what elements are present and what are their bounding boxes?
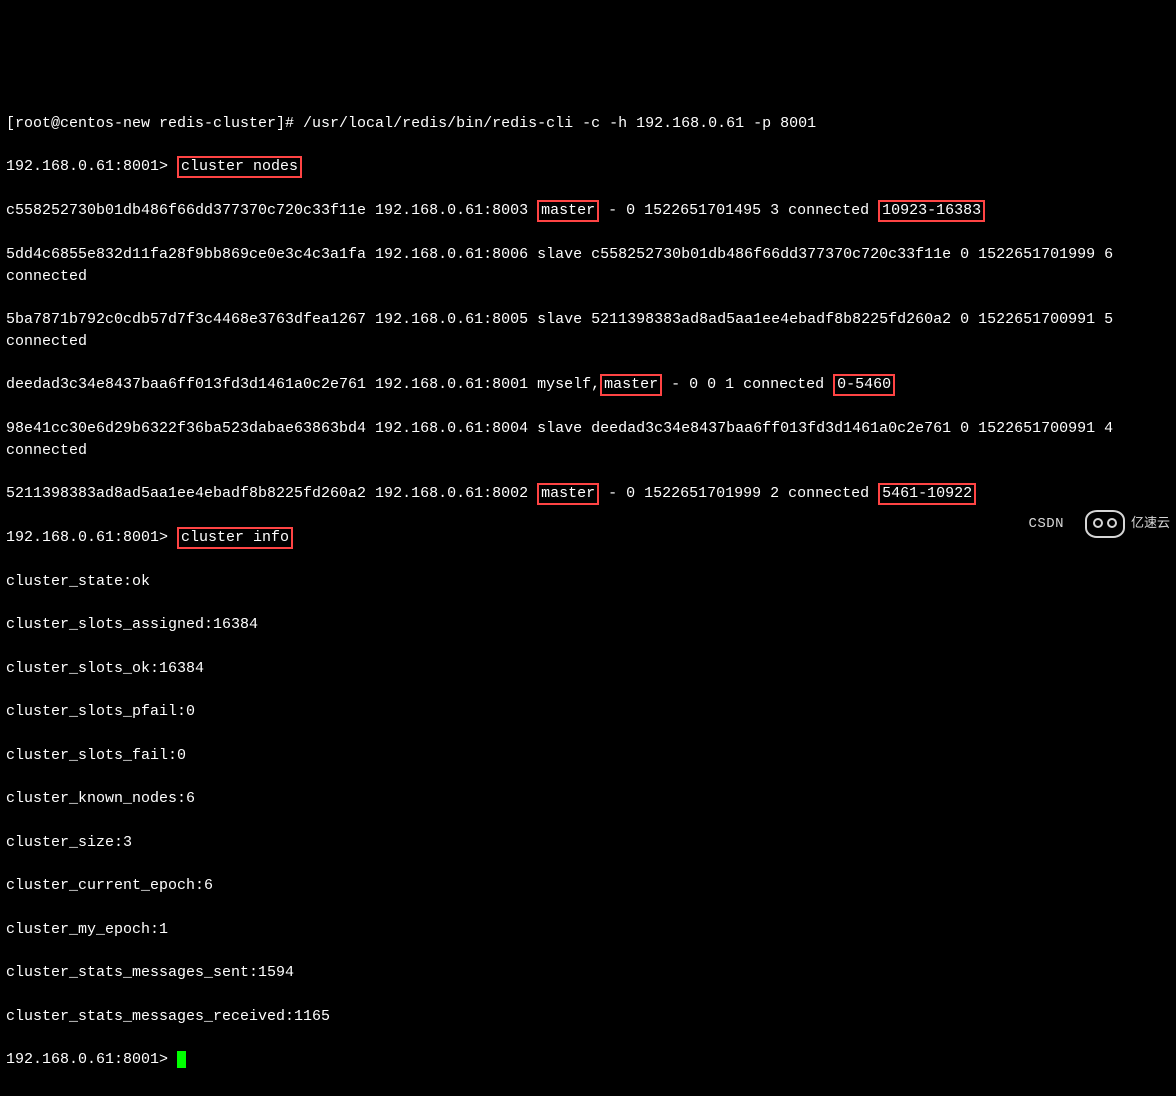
- node-line-6: 5211398383ad8ad5aa1ee4ebadf8b8225fd260a2…: [6, 483, 1170, 505]
- cli-line: 192.168.0.61:8001> cluster nodes: [6, 156, 1170, 178]
- info-line: cluster_stats_messages_received:1165: [6, 1006, 1170, 1028]
- watermark: CSDN 亿速云: [1028, 510, 1170, 538]
- cli-line: 192.168.0.61:8001> cluster info: [6, 527, 1170, 549]
- cli-prompt: 192.168.0.61:8001>: [6, 1051, 177, 1068]
- node-line-1: c558252730b01db486f66dd377370c720c33f11e…: [6, 200, 1170, 222]
- watermark-text: 亿速云: [1131, 515, 1170, 534]
- watermark-csdn: CSDN: [1028, 514, 1073, 534]
- info-line: cluster_slots_pfail:0: [6, 701, 1170, 723]
- slot-range: 0-5460: [833, 374, 895, 396]
- master-label: master: [537, 200, 599, 222]
- node-line-4: deedad3c34e8437baa6ff013fd3d1461a0c2e761…: [6, 374, 1170, 396]
- shell-command: [root@centos-new redis-cluster]# /usr/lo…: [6, 113, 1170, 135]
- info-line: cluster_size:3: [6, 832, 1170, 854]
- cli-prompt: 192.168.0.61:8001>: [6, 529, 177, 546]
- master-label: master: [537, 483, 599, 505]
- info-line: cluster_slots_ok:16384: [6, 658, 1170, 680]
- info-line: cluster_slots_fail:0: [6, 745, 1170, 767]
- cloud-icon: [1085, 510, 1125, 538]
- master-label: master: [600, 374, 662, 396]
- cmd-cluster-info: cluster info: [177, 527, 293, 549]
- slot-range: 10923-16383: [878, 200, 985, 222]
- info-line: cluster_slots_assigned:16384: [6, 614, 1170, 636]
- slot-range: 5461-10922: [878, 483, 976, 505]
- cursor-icon: [177, 1051, 186, 1068]
- info-line: cluster_my_epoch:1: [6, 919, 1170, 941]
- cli-prompt: 192.168.0.61:8001>: [6, 158, 177, 175]
- terminal-output: [root@centos-new redis-cluster]# /usr/lo…: [0, 87, 1176, 1096]
- node-line-5: 98e41cc30e6d29b6322f36ba523dabae63863bd4…: [6, 418, 1170, 462]
- cmd-cluster-nodes: cluster nodes: [177, 156, 302, 178]
- info-line: cluster_state:ok: [6, 571, 1170, 593]
- node-line-2: 5dd4c6855e832d11fa28f9bb869ce0e3c4c3a1fa…: [6, 244, 1170, 288]
- node-line-3: 5ba7871b792c0cdb57d7f3c4468e3763dfea1267…: [6, 309, 1170, 353]
- cli-line-empty[interactable]: 192.168.0.61:8001>: [6, 1049, 1170, 1071]
- info-line: cluster_current_epoch:6: [6, 875, 1170, 897]
- info-line: cluster_stats_messages_sent:1594: [6, 962, 1170, 984]
- info-line: cluster_known_nodes:6: [6, 788, 1170, 810]
